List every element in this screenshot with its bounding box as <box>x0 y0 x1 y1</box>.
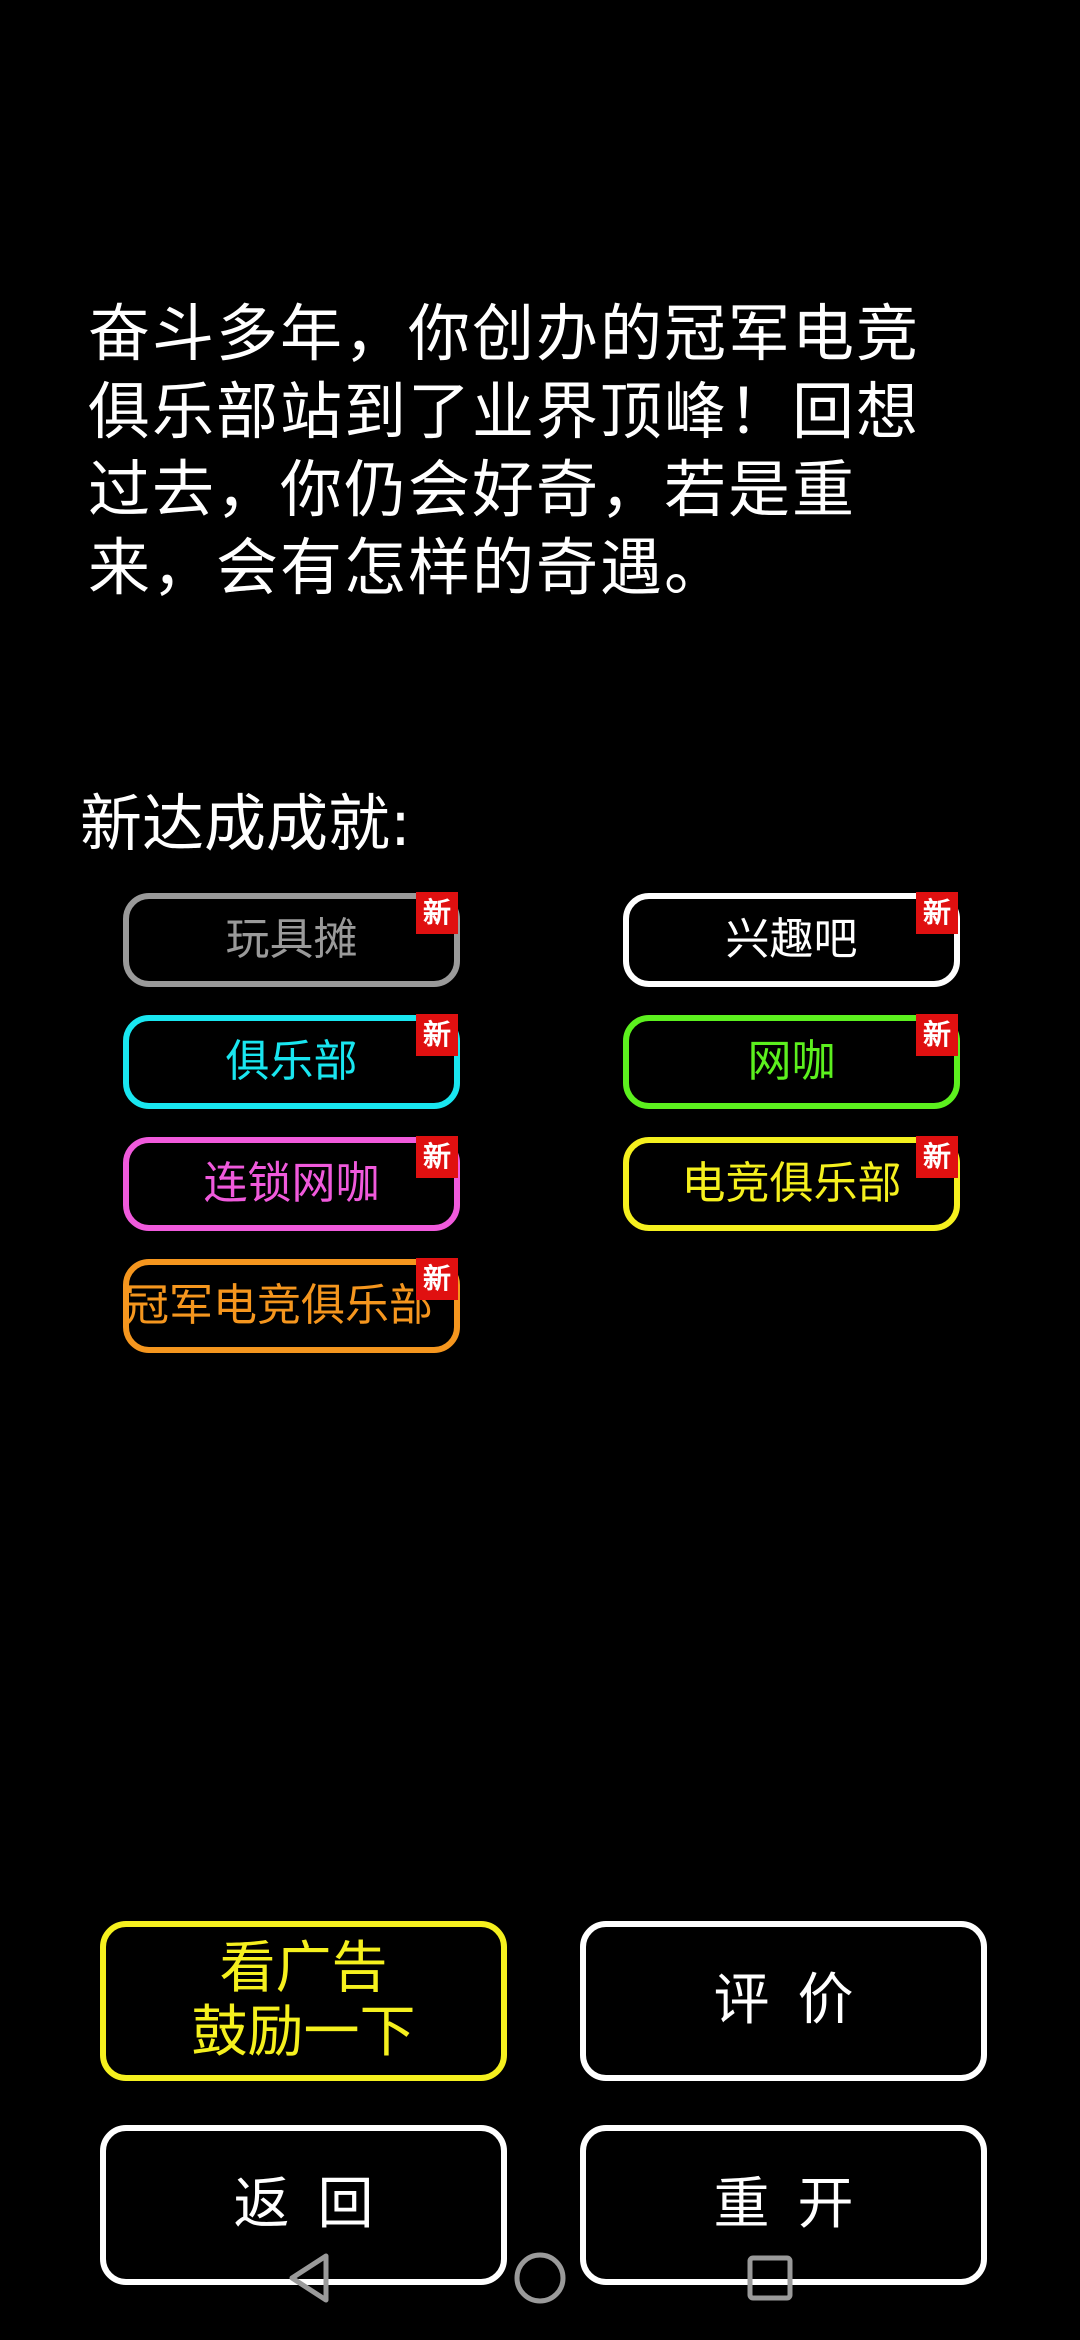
story-line-3: 过去，你仍会好奇，若是重 <box>88 453 857 526</box>
achievement-badge-toy-stall: 玩具摊 <box>123 893 460 987</box>
achievement-label: 网咖 <box>747 1036 836 1087</box>
watch-ad-button[interactable]: 看广告 鼓励一下 <box>100 1921 507 2081</box>
achievement-label: 玩具摊 <box>225 914 358 965</box>
achievement-label: 电竞俱乐部 <box>681 1158 902 1209</box>
new-tag: 新 <box>916 1136 958 1178</box>
achievement-label: 连锁网咖 <box>203 1158 380 1209</box>
story-line-1: 奋斗多年，你创办的冠军电竞 <box>88 297 921 370</box>
achievement-label: 兴趣吧 <box>725 914 858 965</box>
story-line-2: 俱乐部站到了业界顶峰！回想 <box>88 375 921 448</box>
achievement-badge-hobby-bar: 兴趣吧 <box>623 893 960 987</box>
new-tag: 新 <box>916 1014 958 1056</box>
rate-label: 评价 <box>713 1968 882 2033</box>
achievement-label: 冠军电竞俱乐部 <box>125 1280 433 1331</box>
home-circle-icon[interactable] <box>512 2250 568 2306</box>
back-label: 返回 <box>233 2172 402 2237</box>
restart-label: 重开 <box>713 2172 882 2237</box>
new-tag: 新 <box>916 892 958 934</box>
recents-square-icon[interactable] <box>742 2250 798 2306</box>
story-line-4: 来，会有怎样的奇遇。 <box>88 531 729 604</box>
system-navigation-bar <box>0 2230 1080 2340</box>
story-text: 奋斗多年，你创办的冠军电竞 俱乐部站到了业界顶峰！回想 过去，你仍会好奇，若是重… <box>88 295 988 607</box>
achievement-label: 俱乐部 <box>225 1036 358 1087</box>
achievement-badge-esports-club: 电竞俱乐部 <box>623 1137 960 1231</box>
new-tag: 新 <box>416 892 458 934</box>
back-triangle-icon[interactable] <box>282 2250 338 2306</box>
achievement-badge-club: 俱乐部 <box>123 1015 460 1109</box>
new-tag: 新 <box>416 1258 458 1300</box>
watch-ad-line-2: 鼓励一下 <box>191 2000 416 2065</box>
achievements-title: 新达成成就: <box>80 787 411 860</box>
achievement-badge-chain-internet-cafe: 连锁网咖 <box>123 1137 460 1231</box>
new-tag: 新 <box>416 1136 458 1178</box>
watch-ad-line-1: 看广告 <box>219 1936 388 2001</box>
achievement-badge-champion-esports-club: 冠军电竞俱乐部 <box>123 1259 460 1353</box>
achievement-badge-internet-cafe: 网咖 <box>623 1015 960 1109</box>
new-tag: 新 <box>416 1014 458 1056</box>
rate-button[interactable]: 评价 <box>580 1921 987 2081</box>
